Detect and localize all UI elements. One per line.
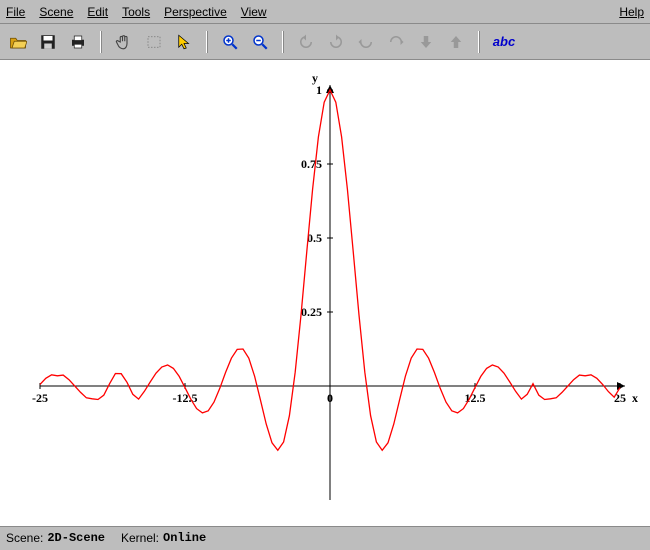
rotate-left-icon[interactable]: [292, 28, 320, 56]
text-label-icon[interactable]: abc: [488, 28, 520, 56]
zoom-out-icon[interactable]: [246, 28, 274, 56]
arrow-up-icon[interactable]: [442, 28, 470, 56]
svg-text:0: 0: [327, 391, 333, 405]
menu-help[interactable]: Help: [619, 5, 644, 19]
menu-tools[interactable]: Tools: [122, 5, 150, 19]
pointer-icon[interactable]: [170, 28, 198, 56]
toolbar: abc: [0, 24, 650, 60]
open-icon[interactable]: [4, 28, 32, 56]
status-scene-value: 2D-Scene: [47, 531, 105, 545]
svg-text:0.5: 0.5: [307, 231, 322, 245]
svg-text:25: 25: [614, 391, 626, 405]
zoom-in-icon[interactable]: [216, 28, 244, 56]
status-kernel-value: Online: [163, 531, 206, 545]
svg-text:0.75: 0.75: [301, 157, 322, 171]
status-kernel-label: Kernel:: [121, 531, 159, 545]
svg-text:x: x: [632, 391, 638, 405]
svg-text:y: y: [312, 71, 318, 85]
rotate-up-icon[interactable]: [352, 28, 380, 56]
menubar: File Scene Edit Tools Perspective View H…: [0, 0, 650, 24]
menu-scene[interactable]: Scene: [39, 5, 73, 19]
status-scene-label: Scene:: [6, 531, 43, 545]
menu-file[interactable]: File: [6, 5, 25, 19]
rotate-down-icon[interactable]: [382, 28, 410, 56]
svg-text:0.25: 0.25: [301, 305, 322, 319]
plot-canvas[interactable]: -25-12.5012.5250.250.50.751xy: [0, 60, 650, 526]
menu-edit[interactable]: Edit: [87, 5, 108, 19]
menu-perspective[interactable]: Perspective: [164, 5, 227, 19]
statusbar: Scene: 2D-Scene Kernel: Online: [0, 526, 650, 550]
menu-view[interactable]: View: [241, 5, 267, 19]
arrow-down-icon[interactable]: [412, 28, 440, 56]
pan-hand-icon[interactable]: [110, 28, 138, 56]
rectangle-select-icon[interactable]: [140, 28, 168, 56]
svg-text:1: 1: [316, 83, 322, 97]
print-icon[interactable]: [64, 28, 92, 56]
rotate-right-icon[interactable]: [322, 28, 350, 56]
chart: -25-12.5012.5250.250.50.751xy: [0, 60, 650, 526]
save-icon[interactable]: [34, 28, 62, 56]
svg-text:-25: -25: [32, 391, 48, 405]
